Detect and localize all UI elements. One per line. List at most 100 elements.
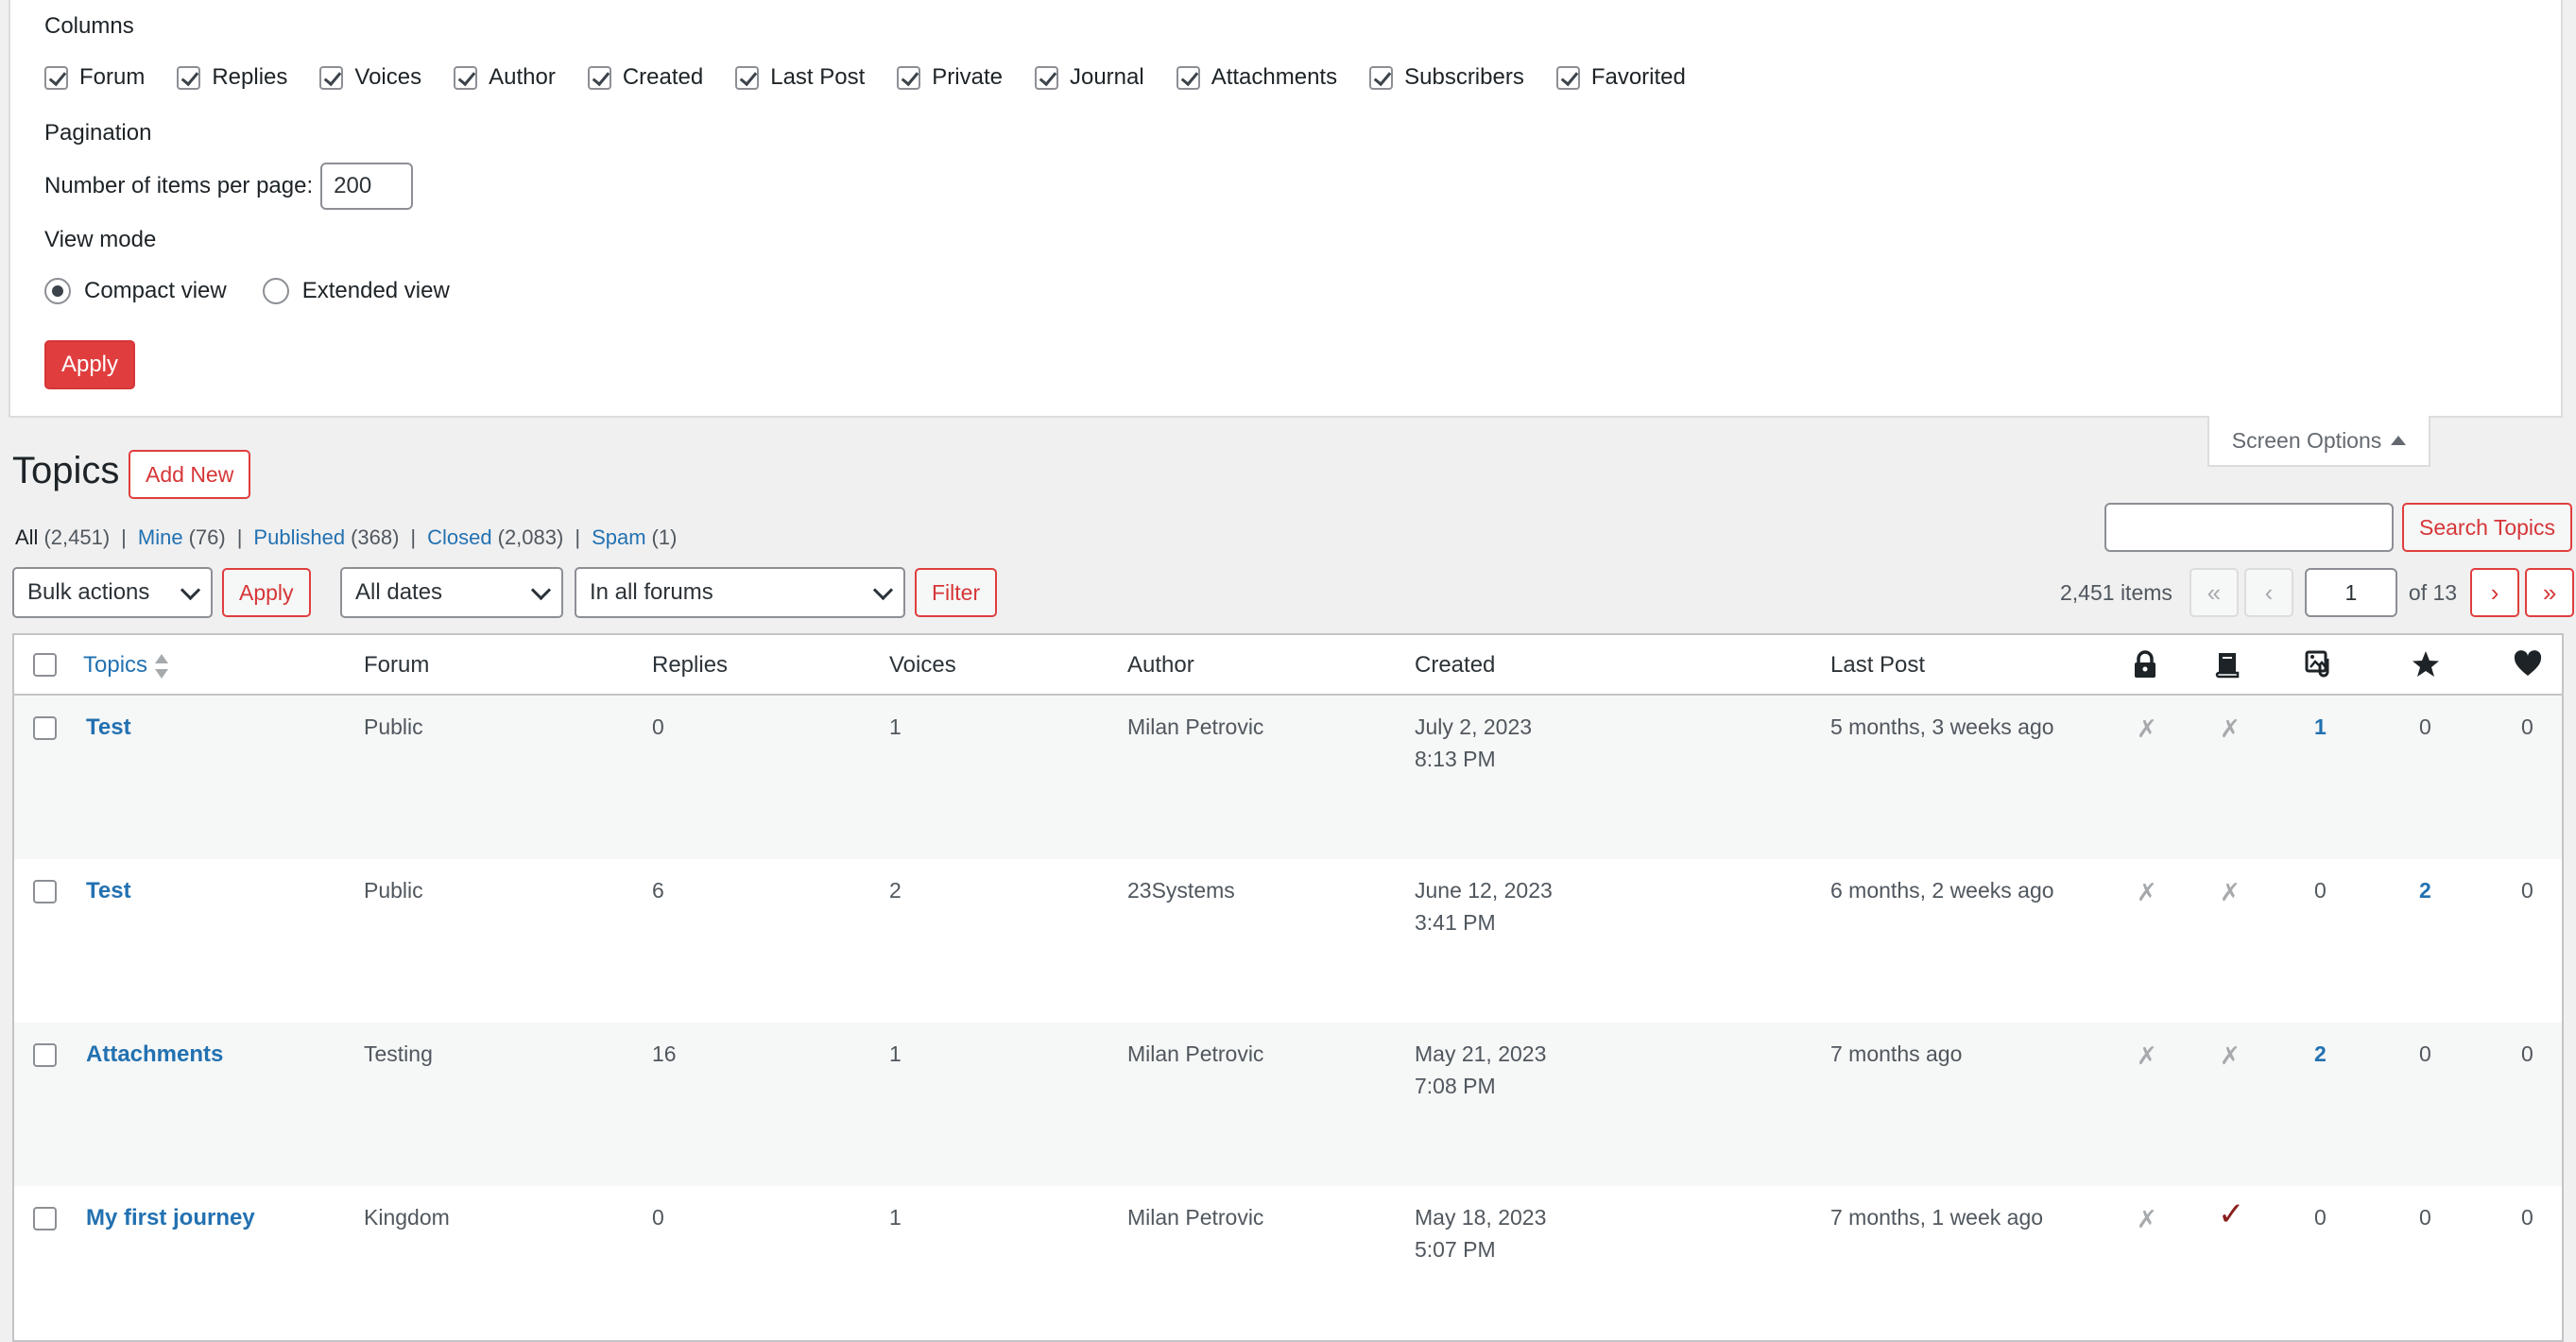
- per-page-input[interactable]: [320, 163, 414, 210]
- select-all-checkbox[interactable]: [33, 653, 57, 677]
- view-published-count: (368): [351, 525, 400, 549]
- view-closed[interactable]: Closed (2,083): [427, 525, 563, 550]
- column-toggle-private[interactable]: Private: [897, 64, 1003, 91]
- row-checkbox[interactable]: [33, 716, 57, 740]
- column-toggle-last-post[interactable]: Last Post: [735, 64, 865, 91]
- search-input[interactable]: [2104, 503, 2394, 552]
- radio-compact[interactable]: [44, 278, 71, 304]
- view-published-label[interactable]: Published: [253, 525, 345, 550]
- sort-topics-link[interactable]: Topics: [83, 652, 147, 678]
- row-checkbox[interactable]: [33, 1043, 57, 1067]
- view-all[interactable]: All (2,451): [15, 525, 110, 550]
- attachments-count-link[interactable]: 1: [2314, 714, 2327, 740]
- attachments-cell: 0: [2314, 878, 2327, 903]
- checkbox[interactable]: [587, 65, 611, 90]
- next-page-button[interactable]: ›: [2470, 568, 2520, 617]
- checkbox[interactable]: [1176, 65, 1200, 90]
- view-compact-option[interactable]: Compact view: [44, 278, 227, 304]
- column-toggle-subscribers[interactable]: Subscribers: [1369, 64, 1524, 91]
- author-cell: Milan Petrovic: [1127, 714, 1264, 739]
- checkbox[interactable]: [177, 65, 201, 90]
- forums-select[interactable]: In all forums: [575, 567, 905, 618]
- column-label: Forum: [79, 64, 146, 90]
- column-label: Voices: [354, 64, 422, 90]
- table-header: Topics Forum Replies Voices Author Creat…: [14, 635, 2562, 696]
- attachments-cell: 0: [2314, 1205, 2327, 1230]
- topic-title-link[interactable]: Test: [86, 714, 131, 741]
- replies-cell: 0: [652, 714, 664, 739]
- column-toggle-journal[interactable]: Journal: [1034, 64, 1144, 91]
- attachments-count-link[interactable]: 2: [2314, 1041, 2327, 1067]
- last-page-button[interactable]: »: [2525, 568, 2575, 617]
- bulk-actions-select[interactable]: Bulk actions: [12, 567, 213, 618]
- private-cell: ✗: [2137, 714, 2157, 743]
- screen-options-apply-button[interactable]: Apply: [44, 340, 135, 389]
- checkbox[interactable]: [1369, 65, 1394, 90]
- column-label: Author: [489, 64, 556, 90]
- column-toggle-voices[interactable]: Voices: [319, 64, 421, 91]
- subscribers-cell: 0: [2419, 714, 2431, 739]
- column-label: Attachments: [1211, 64, 1338, 90]
- view-spam-label[interactable]: Spam: [592, 525, 645, 550]
- author-cell: Milan Petrovic: [1127, 1041, 1264, 1066]
- screen-options-tab[interactable]: Screen Options: [2207, 416, 2430, 467]
- attachment-icon: [2305, 650, 2329, 678]
- row-checkbox[interactable]: [33, 880, 57, 903]
- topics-table: Topics Forum Replies Voices Author Creat…: [12, 633, 2564, 1342]
- column-toggle-favorited[interactable]: Favorited: [1555, 64, 1686, 91]
- journal-cell: ✗: [2220, 878, 2241, 906]
- add-new-button[interactable]: Add New: [129, 450, 251, 499]
- view-mine-label[interactable]: Mine: [138, 525, 183, 550]
- topic-title-link[interactable]: My first journey: [86, 1205, 255, 1231]
- filter-button[interactable]: Filter: [915, 568, 998, 617]
- column-toggle-created[interactable]: Created: [587, 64, 703, 91]
- favorited-cell: 0: [2521, 1041, 2533, 1066]
- forum-cell: Public: [364, 878, 423, 903]
- prev-page-button: ‹: [2243, 568, 2293, 617]
- column-label: Subscribers: [1404, 64, 1524, 90]
- replies-cell: 6: [652, 878, 664, 903]
- topic-title-link[interactable]: Attachments: [86, 1041, 223, 1068]
- journal-cell: ✗: [2220, 1041, 2241, 1070]
- view-mine[interactable]: Mine (76): [138, 525, 226, 550]
- first-page-button: «: [2189, 568, 2239, 617]
- column-toggle-attachments[interactable]: Attachments: [1176, 64, 1337, 91]
- last-post-cell: 7 months, 1 week ago: [1830, 1205, 2044, 1230]
- checkbox[interactable]: [1034, 65, 1058, 90]
- created-date: May 21, 2023: [1415, 1041, 1547, 1066]
- column-toggle-forum[interactable]: Forum: [44, 64, 145, 91]
- view-extended-label: Extended view: [301, 278, 450, 303]
- checkbox[interactable]: [319, 65, 344, 90]
- view-closed-label[interactable]: Closed: [427, 525, 491, 550]
- checkbox[interactable]: [454, 65, 478, 90]
- bulk-apply-button[interactable]: Apply: [222, 568, 311, 617]
- last-post-cell: 5 months, 3 weeks ago: [1830, 714, 2054, 739]
- checkbox[interactable]: [897, 65, 921, 90]
- checkbox[interactable]: [1555, 65, 1580, 90]
- page-title: Topics: [12, 450, 120, 491]
- column-header-topics[interactable]: Topics: [83, 652, 169, 679]
- chevron-down-icon: [180, 579, 201, 601]
- view-extended-option[interactable]: Extended view: [262, 278, 450, 304]
- author-cell: 23Systems: [1127, 878, 1235, 903]
- column-toggle-replies[interactable]: Replies: [177, 64, 287, 91]
- separator: |: [121, 525, 127, 549]
- column-toggle-author[interactable]: Author: [454, 64, 556, 91]
- view-spam[interactable]: Spam (1): [592, 525, 677, 550]
- column-header-last-post: Last Post: [1830, 652, 1926, 678]
- row-checkbox[interactable]: [33, 1207, 57, 1230]
- radio-extended[interactable]: [262, 278, 289, 304]
- favorited-cell: 0: [2521, 878, 2533, 903]
- topic-title-link[interactable]: Test: [86, 878, 131, 904]
- view-compact-label: Compact view: [84, 278, 227, 303]
- items-count: 2,451 items: [2060, 579, 2172, 605]
- checkbox[interactable]: [735, 65, 760, 90]
- current-page-input[interactable]: [2304, 568, 2397, 617]
- checkbox[interactable]: [44, 65, 68, 90]
- search-topics-button[interactable]: Search Topics: [2402, 503, 2573, 552]
- column-label: Private: [932, 64, 1003, 90]
- view-published[interactable]: Published (368): [253, 525, 399, 550]
- dates-select[interactable]: All dates: [340, 567, 563, 618]
- voices-cell: 1: [889, 714, 902, 739]
- subscribers-count-link[interactable]: 2: [2419, 878, 2431, 903]
